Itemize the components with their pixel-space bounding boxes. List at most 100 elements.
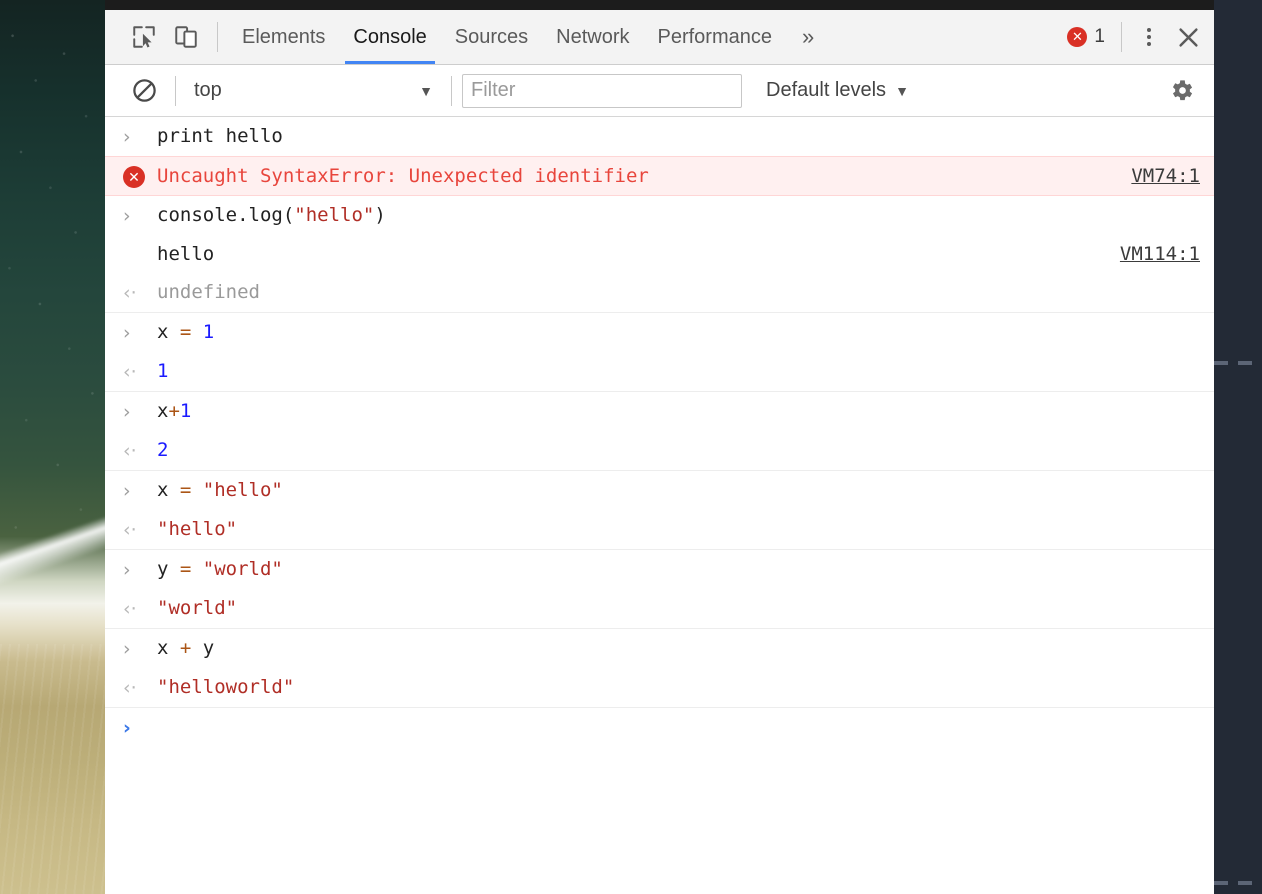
console-message-text: print hello (157, 123, 1204, 149)
console-message-text: hello (157, 241, 1104, 267)
console-message-result: ‹· "hello" (105, 510, 1214, 550)
token-num: 1 (157, 360, 169, 382)
filterbar-divider-2 (451, 75, 452, 106)
token-plain: y (191, 637, 215, 659)
execution-context-value: top (194, 79, 222, 101)
console-message-text: y = "world" (157, 556, 1204, 582)
message-gutter-log (123, 241, 157, 242)
clear-console-icon[interactable] (123, 71, 165, 111)
console-message-text: x+1 (157, 398, 1204, 424)
error-count-badge[interactable]: ✕ 1 (1065, 26, 1111, 48)
tab-console[interactable]: Console (339, 10, 440, 64)
message-gutter-prompt: › (123, 714, 157, 741)
console-message-result: ‹· "helloworld" (105, 668, 1214, 708)
message-gutter-input: › (123, 635, 157, 662)
console-message-result: ‹· undefined (105, 273, 1214, 313)
page-background-area (1214, 0, 1262, 894)
console-message-text: x = 1 (157, 319, 1204, 345)
filter-input[interactable] (462, 73, 742, 108)
console-message-text: "helloworld" (157, 674, 1204, 700)
result-arrow-icon: ‹· (123, 519, 137, 541)
error-circle-icon: ✕ (1067, 27, 1088, 47)
token-str: "world" (202, 558, 283, 580)
message-gutter-input: › (123, 398, 157, 425)
console-message-text: x + y (157, 635, 1204, 661)
console-message-text: undefined (157, 279, 1204, 305)
console-filter-toolbar: top ▼ Default levels ▼ (105, 65, 1214, 117)
inspect-cursor-icon[interactable] (123, 17, 165, 57)
prompt-arrow-icon: › (123, 559, 131, 581)
console-message-error: ✕ Uncaught SyntaxError: Unexpected identi… (105, 156, 1214, 196)
token-str: "hello" (294, 204, 375, 226)
token-op: + (179, 637, 192, 659)
console-message-result: ‹· "world" (105, 589, 1214, 629)
console-message-input: › x + y (105, 629, 1214, 668)
message-gutter-result: ‹· (123, 595, 157, 622)
message-gutter-error: ✕ (123, 163, 157, 188)
prompt-arrow-icon: › (123, 638, 131, 660)
prompt-arrow-icon: › (123, 401, 131, 423)
tab-performance[interactable]: Performance (644, 10, 787, 64)
console-prompt-line[interactable]: › (105, 708, 1214, 747)
error-count-value: 1 (1094, 26, 1105, 47)
message-gutter-result: ‹· (123, 437, 157, 464)
token-num: 1 (202, 321, 215, 343)
kebab-dot (1147, 35, 1151, 39)
token-op: = (179, 558, 192, 580)
error-circle-icon: ✕ (123, 166, 145, 188)
execution-context-selector[interactable]: top ▼ (186, 74, 441, 108)
token-plain: x (157, 637, 180, 659)
console-message-text: 1 (157, 358, 1204, 384)
message-gutter-input: › (123, 123, 157, 150)
device-toggle-icon[interactable] (165, 17, 207, 57)
tab-sources[interactable]: Sources (441, 10, 542, 64)
prompt-arrow-icon: › (123, 126, 131, 148)
message-gutter-input: › (123, 202, 157, 229)
dashed-divider-top (1214, 361, 1262, 365)
more-options-icon[interactable] (1132, 17, 1166, 57)
tab-elements[interactable]: Elements (228, 10, 339, 64)
log-levels-value: Default levels (766, 79, 887, 101)
devtools-tabbar: Elements Console Sources Network Perform… (105, 10, 1214, 65)
token-str: "helloworld" (157, 676, 295, 698)
browser-chrome-strip (105, 0, 1214, 10)
token-num: 2 (157, 439, 169, 461)
gear-icon[interactable] (1160, 71, 1202, 111)
prompt-arrow-icon: › (123, 322, 131, 344)
message-gutter-result: ‹· (123, 279, 157, 306)
message-gutter-result: ‹· (123, 516, 157, 543)
message-gutter-input: › (123, 477, 157, 504)
console-message-text: console.log("hello") (157, 202, 1204, 228)
token-plain: hello (157, 243, 215, 265)
close-icon[interactable] (1166, 15, 1210, 59)
message-gutter-input: › (123, 556, 157, 583)
console-message-text: Uncaught SyntaxError: Unexpected identif… (157, 165, 649, 187)
token-str: "hello" (202, 479, 283, 501)
filterbar-divider-1 (175, 75, 176, 106)
more-tabs-icon[interactable]: » (786, 26, 830, 48)
message-gutter-result: ‹· (123, 358, 157, 385)
token-plain: console.log( (157, 204, 295, 226)
console-message-input: › x = "hello" (105, 471, 1214, 510)
console-message-input: › print hello (105, 117, 1214, 156)
source-link[interactable]: VM74:1 (1115, 163, 1204, 189)
desktop-wallpaper (0, 0, 125, 894)
console-message-input: › console.log("hello") (105, 196, 1214, 235)
token-num: 1 (179, 400, 192, 422)
chevron-down-icon: ▼ (895, 82, 909, 99)
prompt-arrow-icon: › (123, 480, 131, 502)
toolbar-divider-right (1121, 22, 1122, 52)
tab-network[interactable]: Network (542, 10, 643, 64)
token-op: = (179, 321, 192, 343)
token-plain: y (157, 558, 180, 580)
token-plain: x (157, 321, 180, 343)
token-plain: print hello (157, 125, 283, 147)
source-link[interactable]: VM114:1 (1104, 241, 1204, 267)
log-levels-selector[interactable]: Default levels ▼ (760, 74, 915, 108)
console-message-text: "world" (157, 595, 1204, 621)
console-message-text: 2 (157, 437, 1204, 463)
console-message-list[interactable]: › print hello ✕ Uncaught SyntaxError: Unexp… (105, 117, 1214, 894)
